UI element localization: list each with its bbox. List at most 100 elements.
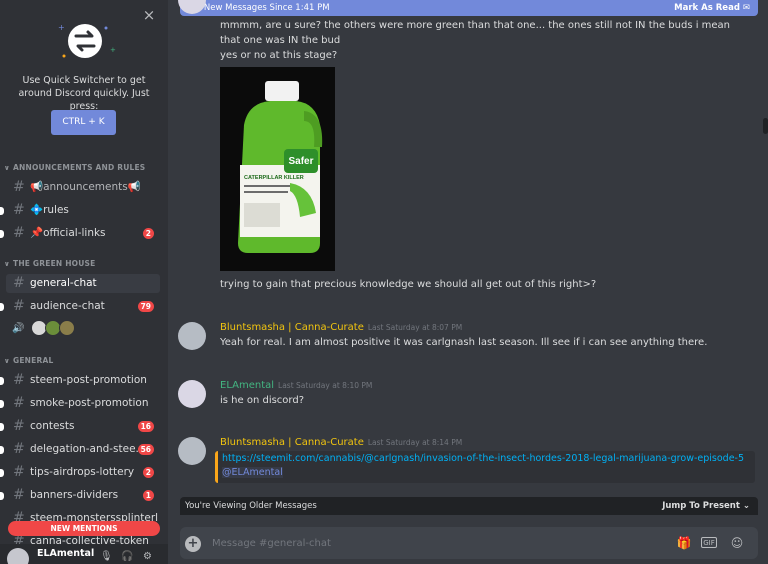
product-bottle-picture: Safer CATERPILLAR KILLER: [220, 67, 335, 271]
category-label: ANNOUNCEMENTS AND RULES: [13, 163, 146, 172]
scrollbar-thumb[interactable]: [763, 118, 768, 134]
channel-audience-chat[interactable]: # audience-chat 79: [6, 297, 160, 316]
channel-rules[interactable]: # 💠rules: [6, 201, 160, 220]
upload-plus-icon[interactable]: +: [185, 536, 201, 552]
author-name: Bluntsmasha | Canna-Curate: [220, 322, 364, 333]
gift-icon[interactable]: 🎁: [676, 535, 692, 551]
image-brand-text: Safer: [288, 156, 313, 167]
message-link[interactable]: https://steemit.com/cannabis/@carlgnash/…: [222, 453, 744, 464]
message-timestamp: Last Saturday at 8:10 PM: [278, 381, 373, 390]
quick-switcher-text: Use Quick Switcher to get around Discord…: [18, 75, 150, 112]
unread-indicator: [0, 492, 4, 500]
channel-steem-post-promotion[interactable]: # steem-post-promotion: [6, 371, 160, 390]
channel-tips-airdrops-lottery[interactable]: # tips-airdrops-lottery 2: [6, 463, 160, 482]
mention-badge: 16: [137, 421, 154, 432]
unread-indicator: [0, 423, 4, 431]
message-image[interactable]: Safer CATERPILLAR KILLER: [220, 67, 335, 271]
unread-indicator: [0, 400, 4, 408]
gif-icon[interactable]: GIF: [701, 537, 717, 548]
unread-indicator: [0, 303, 4, 311]
channel-name: banners-dividers: [30, 489, 119, 501]
highlighted-mention-message: https://steemit.com/cannabis/@carlgnash/…: [215, 451, 755, 483]
older-messages-text: You're Viewing Older Messages: [185, 501, 317, 511]
message-author[interactable]: Bluntsmasha | Canna-Curate Last Saturday …: [220, 437, 462, 448]
user-mention[interactable]: @ELAmental: [222, 467, 283, 478]
older-messages-bar: You're Viewing Older Messages Jump To Pr…: [180, 497, 758, 515]
channel-general-chat[interactable]: # general-chat: [6, 274, 160, 293]
unread-indicator: [0, 446, 4, 454]
message-author[interactable]: Bluntsmasha | Canna-Curate Last Saturday …: [220, 322, 462, 333]
mention-badge: 2: [142, 228, 154, 239]
channel-sidebar: × + + Use Quick Switcher to get around D…: [0, 0, 168, 564]
chevron-down-icon: ∨: [4, 357, 10, 365]
channel-name: steem-post-promotion: [30, 374, 147, 386]
hash-icon: #: [13, 441, 25, 457]
message-text: mmmm, are u sure? the others were more g…: [220, 20, 731, 31]
jump-to-present-button[interactable]: Jump To Present ⌄: [662, 497, 750, 515]
mark-read-icon: ✉: [742, 3, 750, 13]
message-author[interactable]: ELAmental Last Saturday at 8:10 PM: [220, 380, 372, 391]
avatar[interactable]: [7, 548, 29, 564]
channel-smoke-post-promotion[interactable]: # smoke-post-promotion: [6, 394, 160, 413]
mention-badge: 2: [142, 467, 154, 478]
chevron-down-icon: ∨: [4, 260, 10, 268]
message-timestamp: Last Saturday at 8:14 PM: [367, 438, 463, 447]
category-general[interactable]: ∨ GENERAL: [4, 356, 53, 366]
mention-badge: 1: [142, 490, 154, 501]
emoji-icon[interactable]: ☺: [729, 535, 745, 551]
channel-name: delegation-and-stee...: [30, 443, 146, 455]
channel-name: audience-chat: [30, 300, 105, 312]
mark-as-read-button[interactable]: Mark As Read ✉: [674, 0, 750, 16]
channel-name: 📌official-links: [30, 227, 106, 239]
channel-contests[interactable]: # contests 16: [6, 417, 160, 436]
message-timestamp: Last Saturday at 8:07 PM: [367, 323, 463, 332]
unread-indicator: [0, 207, 4, 215]
unread-indicator: [0, 469, 4, 477]
category-green-house[interactable]: ∨ THE GREEN HOUSE: [4, 259, 95, 269]
hash-icon: #: [13, 275, 25, 291]
chevron-down-icon: ∨: [4, 164, 10, 172]
channel-name: 💠rules: [30, 204, 69, 216]
hash-icon: #: [13, 487, 25, 503]
jump-label: Jump To Present: [662, 501, 740, 511]
unread-indicator: [0, 377, 4, 385]
quick-switcher-shortcut-button[interactable]: CTRL + K: [51, 110, 116, 135]
avatar[interactable]: [59, 320, 75, 336]
message-text: that one was IN the bud: [220, 35, 341, 46]
hash-icon: #: [13, 225, 25, 241]
hash-icon: #: [13, 395, 25, 411]
close-icon[interactable]: ×: [142, 8, 156, 23]
author-name: ELAmental: [220, 380, 275, 391]
message-composer: + 🎁 GIF ☺: [180, 527, 758, 559]
microphone-icon[interactable]: 🎙: [100, 551, 113, 562]
mark-as-read-label: Mark As Read: [674, 3, 740, 13]
channel-delegation[interactable]: # delegation-and-stee... 56: [6, 440, 160, 459]
new-messages-text: 198 New Messages Since 1:41 PM: [185, 3, 330, 13]
new-messages-bar[interactable]: 198 New Messages Since 1:41 PM Mark As R…: [180, 0, 758, 16]
gear-icon[interactable]: ⚙: [143, 551, 152, 562]
category-announcements[interactable]: ∨ ANNOUNCEMENTS AND RULES: [4, 163, 145, 173]
channel-announcements[interactable]: # 📢announcements📢: [6, 178, 160, 197]
message-text: trying to gain that precious knowledge w…: [220, 279, 597, 290]
headphones-icon[interactable]: 🎧: [121, 551, 133, 562]
channel-name: 📢announcements📢: [30, 181, 141, 193]
avatar[interactable]: [178, 437, 206, 465]
message-text: is he on discord?: [220, 395, 305, 406]
channel-banners-dividers[interactable]: # banners-dividers 1: [6, 486, 160, 505]
channel-name: contests: [30, 420, 75, 432]
svg-text:+: +: [58, 23, 65, 32]
mention-badge: 79: [137, 301, 154, 312]
avatar[interactable]: [178, 380, 206, 408]
channel-name: smoke-post-promotion: [30, 397, 149, 409]
hash-icon: #: [13, 202, 25, 218]
user-panel: ELAmental 🎙 🎧 ⚙: [0, 544, 168, 564]
channel-official-links[interactable]: # 📌official-links 2: [6, 224, 160, 243]
message-text: yes or no at this stage?: [220, 50, 338, 61]
new-mentions-button[interactable]: NEW MENTIONS: [8, 521, 160, 536]
avatar[interactable]: [178, 322, 206, 350]
quick-switcher-popout: × + + Use Quick Switcher to get around D…: [0, 0, 168, 152]
hash-icon: #: [13, 418, 25, 434]
quick-switcher-illustration: + +: [58, 23, 116, 58]
message-input[interactable]: [212, 533, 652, 553]
hash-icon: #: [13, 464, 25, 480]
